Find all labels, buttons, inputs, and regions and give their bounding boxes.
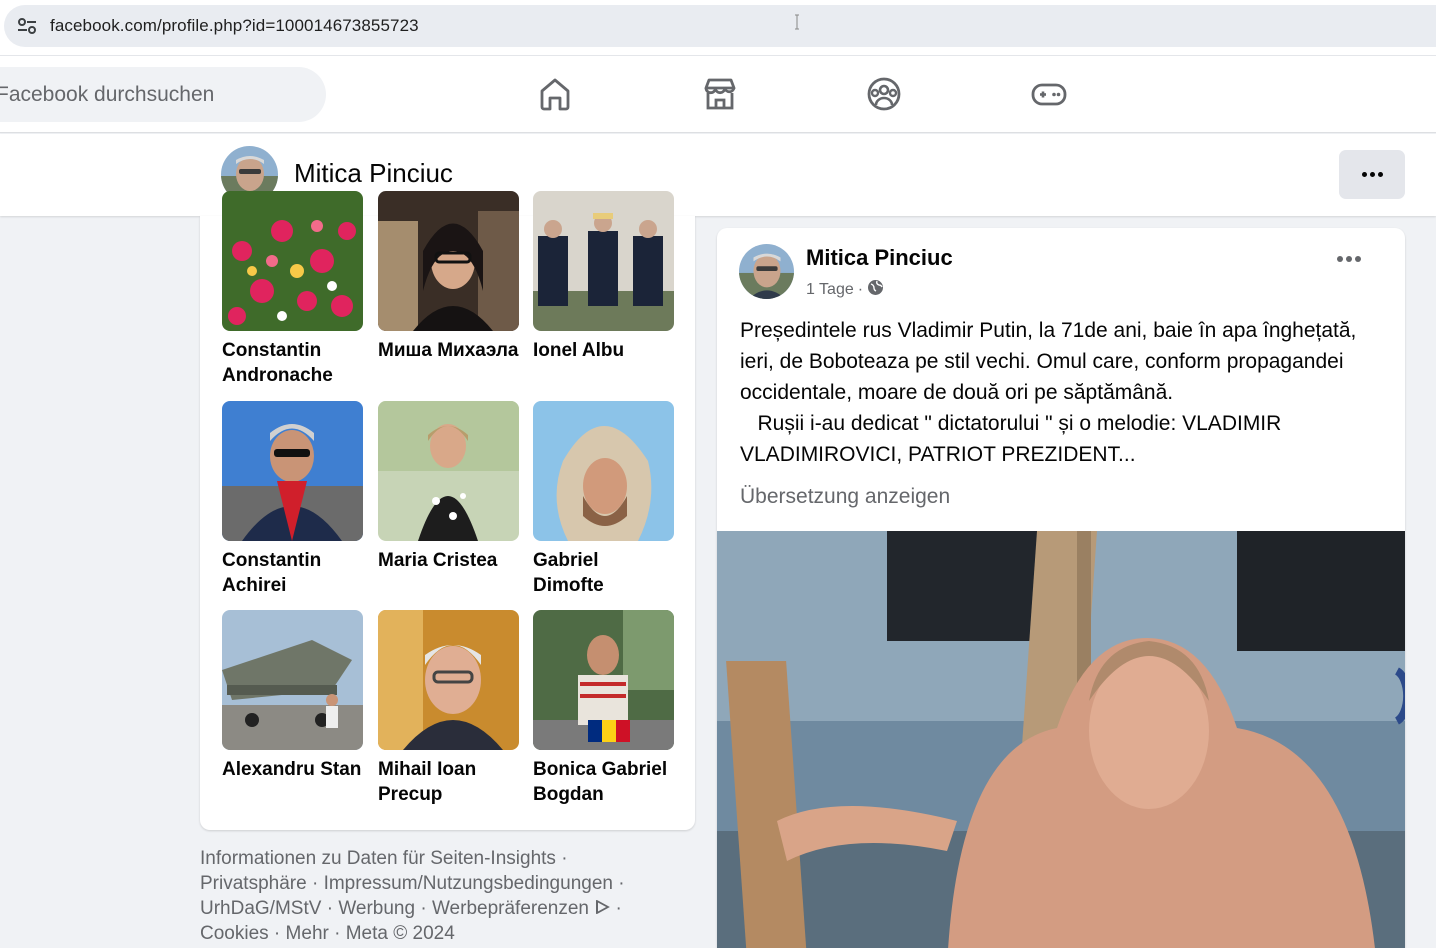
post-timestamp[interactable]: 1 Tage [806,281,854,299]
footer-link[interactable]: Mehr [286,923,329,944]
friend-photo[interactable] [222,401,363,541]
friends-card: Constantin Andronache Миша Михаэла Ionel… [200,191,695,830]
post-meta: 1 Tage · [806,279,884,301]
search-box[interactable] [0,67,326,122]
globe-icon [867,279,884,301]
copyright: Meta © 2024 [345,923,455,944]
footer-link[interactable]: Privatsphäre [200,873,307,894]
text-cursor-icon [794,14,799,30]
url-text[interactable]: facebook.com/profile.php?id=100014673855… [50,16,419,36]
ad-choices-icon [594,898,611,919]
friend-item[interactable]: Alexandru Stan [222,610,363,782]
post-options-button[interactable] [1337,256,1361,262]
friend-name[interactable]: Maria Cristea [378,548,519,573]
address-bar[interactable]: facebook.com/profile.php?id=100014673855… [4,5,1436,47]
friend-photo[interactable] [533,191,674,331]
friend-item[interactable]: Maria Cristea [378,401,519,573]
footer-link[interactable]: UrhDaG/MStV [200,898,321,919]
gaming-icon[interactable] [1029,74,1069,114]
friend-item[interactable]: Gabriel Dimofte [533,401,674,598]
footer-link[interactable]: Impressum/Nutzungsbedingungen [324,873,613,894]
footer-links: Informationen zu Daten für Seiten-Insigh… [200,848,625,944]
friend-name[interactable]: Миша Михаэла [378,338,519,363]
footer-link[interactable]: Werbepräferenzen [432,898,589,919]
home-icon[interactable] [535,74,575,114]
footer-link[interactable]: Cookies [200,923,269,944]
friend-name[interactable]: Constantin Achirei [222,548,363,598]
profile-name[interactable]: Mitica Pinciuc [294,158,453,189]
groups-icon[interactable] [864,74,904,114]
friend-name[interactable]: Mihail Ioan Precup [378,757,519,807]
friend-photo[interactable] [533,610,674,750]
friend-photo[interactable] [378,401,519,541]
friend-photo[interactable] [533,401,674,541]
friend-photo[interactable] [378,610,519,750]
friend-photo[interactable] [222,610,363,750]
friend-photo[interactable] [222,191,363,331]
post-image[interactable] [717,531,1405,948]
site-settings-icon[interactable] [16,17,38,35]
meta-separator: · [857,281,864,298]
friend-name[interactable]: Ionel Albu [533,338,674,363]
friend-item[interactable]: Ionel Albu [533,191,674,363]
browser-toolbar: facebook.com/profile.php?id=100014673855… [0,0,1436,56]
more-options-button[interactable] [1339,150,1405,199]
friend-name[interactable]: Constantin Andronache [222,338,363,388]
post-author-name[interactable]: Mitica Pinciuc [806,245,953,271]
marketplace-icon[interactable] [700,74,740,114]
friend-item[interactable]: Constantin Andronache [222,191,363,388]
post-card: Mitica Pinciuc 1 Tage · Președintele rus… [717,228,1405,948]
friend-name[interactable]: Gabriel Dimofte [533,548,674,598]
post-author-avatar[interactable] [739,244,794,299]
post-text: Președintele rus Vladimir Putin, la 71de… [740,315,1390,470]
facebook-header [0,56,1436,133]
friend-item[interactable]: Миша Михаэла [378,191,519,363]
post-text-paragraph: Rușii i-au dedicat " dictatorului " și o… [740,412,1288,466]
footer-link[interactable]: Informationen zu Daten für Seiten-Insigh… [200,848,556,869]
more-dots-icon [1361,172,1383,177]
see-translation-link[interactable]: Übersetzung anzeigen [740,485,950,509]
friend-photo[interactable] [378,191,519,331]
friend-name[interactable]: Alexandru Stan [222,757,363,782]
post-text-paragraph: Președintele rus Vladimir Putin, la 71de… [740,319,1363,404]
friend-item[interactable]: Constantin Achirei [222,401,363,598]
friend-item[interactable]: Mihail Ioan Precup [378,610,519,807]
friend-item[interactable]: Bonica Gabriel Bogdan [533,610,674,807]
footer-link[interactable]: Werbung [338,898,415,919]
profile-sticky-bar: Mitica Pinciuc [0,134,1436,216]
more-dots-icon [1337,256,1361,262]
search-input[interactable] [0,67,310,122]
friend-name[interactable]: Bonica Gabriel Bogdan [533,757,674,807]
